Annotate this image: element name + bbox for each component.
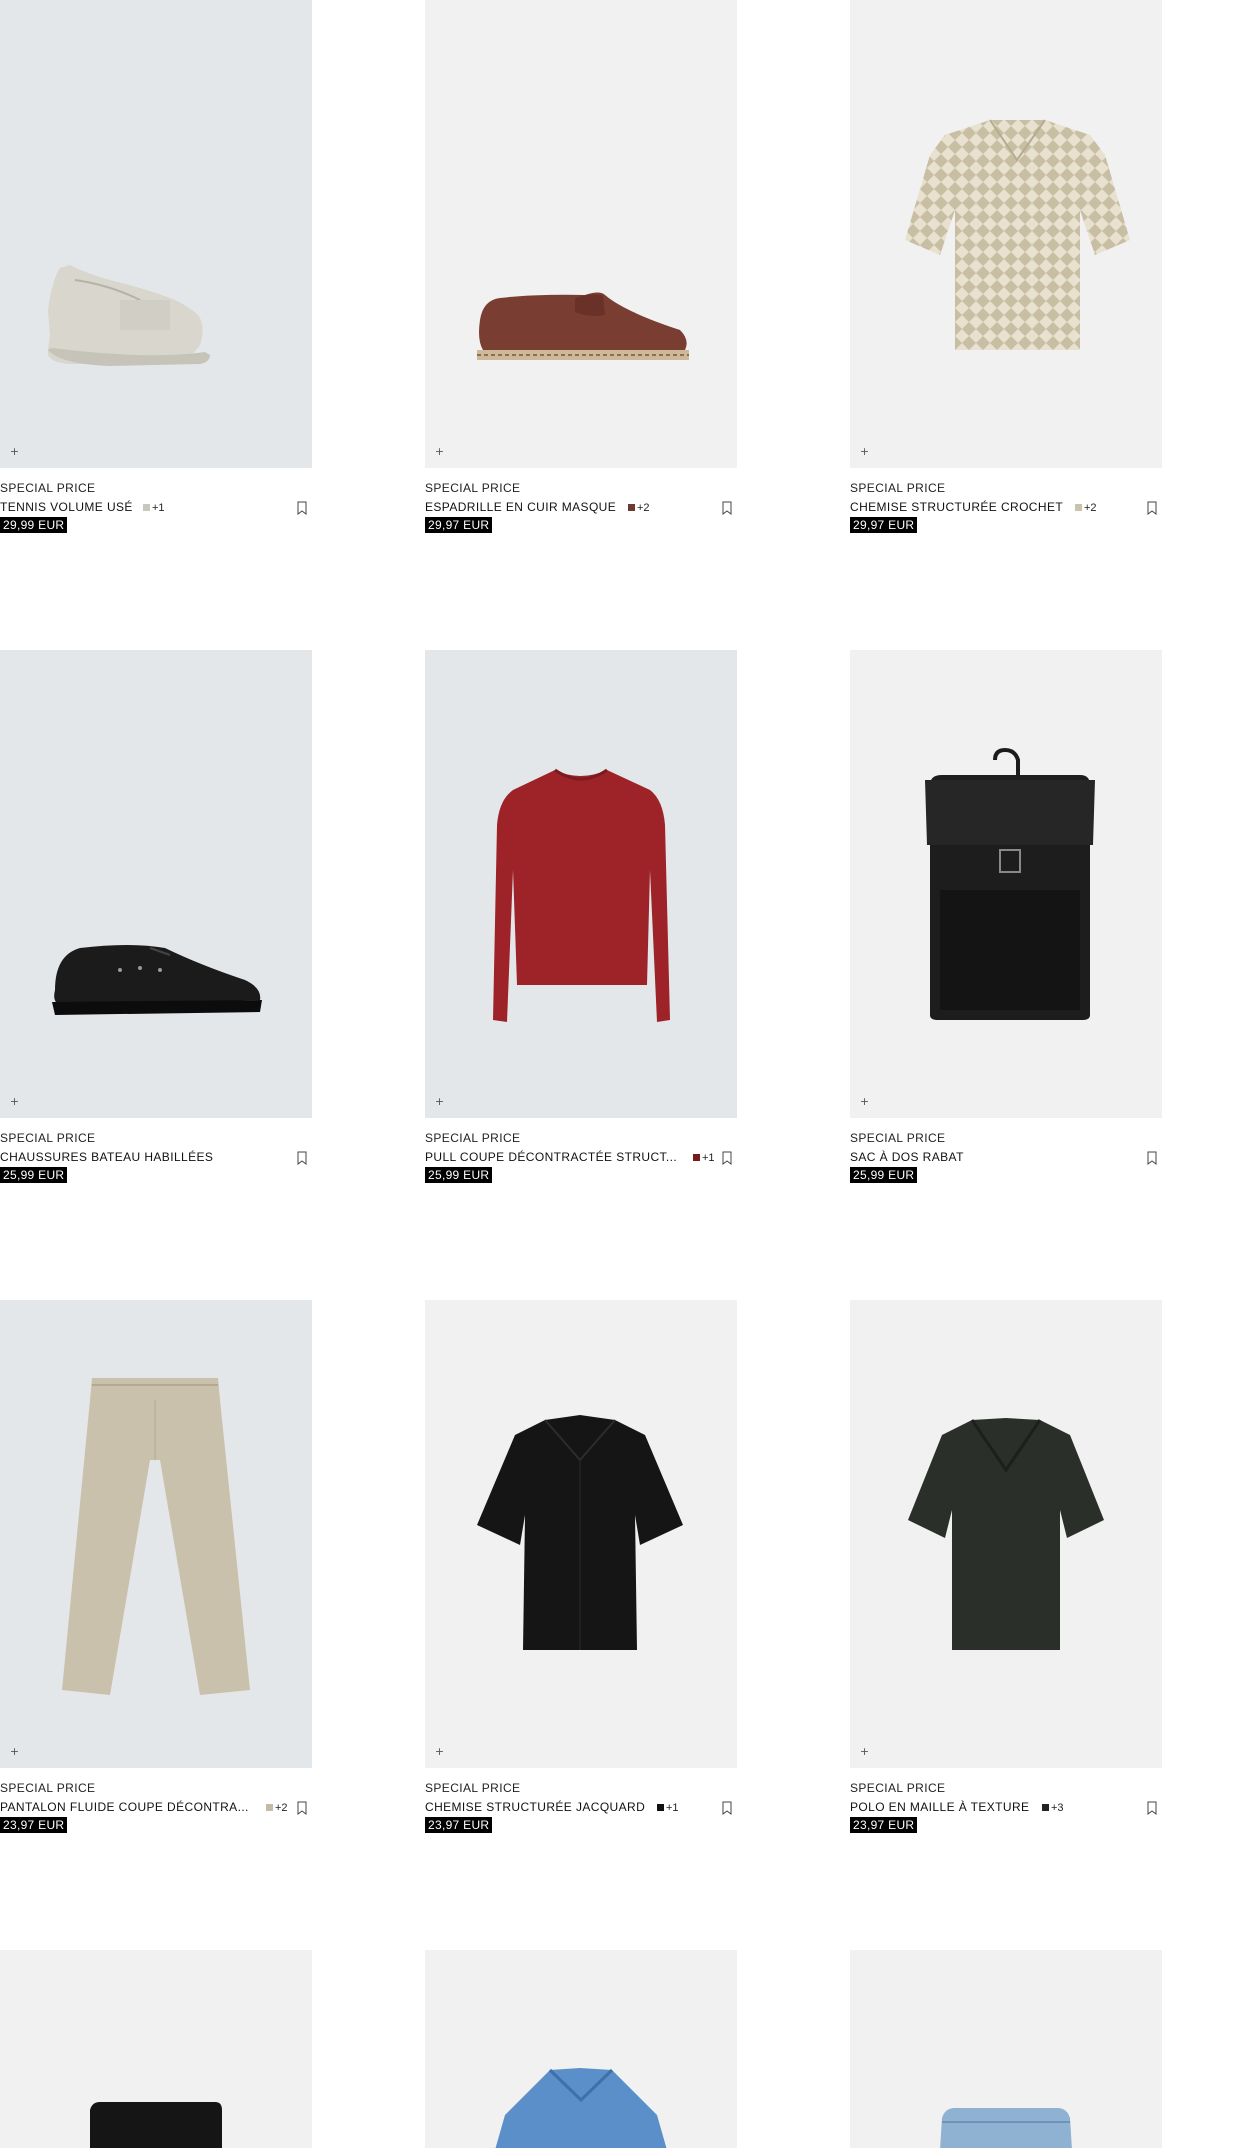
product-name-row: CHAUSSURES BATEAU HABILLÉES [0, 1150, 312, 1166]
price-tag: 23,97 EUR [425, 1817, 493, 1833]
special-price-badge: SPECIAL PRICE [850, 1781, 946, 1795]
color-swatch[interactable] [1042, 1803, 1049, 1811]
bookmark-icon[interactable] [721, 501, 733, 515]
trousers-icon [62, 1378, 250, 1695]
add-icon[interactable]: + [434, 1096, 445, 1107]
product-name-row: CHEMISE STRUCTURÉE CROCHET +2 [850, 500, 1162, 516]
product-name[interactable]: PANTALON FLUIDE COUPE DÉCONTRA... [0, 1800, 249, 1814]
color-swatches[interactable]: +1 [657, 1800, 679, 1816]
price-tag: 25,99 EUR [0, 1167, 68, 1183]
bookmark-icon[interactable] [721, 1151, 733, 1165]
product-name[interactable]: CHAUSSURES BATEAU HABILLÉES [0, 1150, 213, 1164]
color-swatch[interactable] [143, 503, 150, 511]
product-image[interactable] [0, 1950, 312, 2148]
backpack-icon [925, 747, 1095, 1020]
more-colors: +3 [1051, 1802, 1064, 1814]
price-tag: 23,97 EUR [850, 1817, 918, 1833]
price-tag: 23,97 EUR [0, 1817, 68, 1833]
espadrille-icon [477, 292, 689, 360]
product-name[interactable]: CHEMISE STRUCTURÉE CROCHET [850, 500, 1063, 514]
add-icon[interactable]: + [434, 446, 445, 457]
special-price-badge: SPECIAL PRICE [850, 1131, 946, 1145]
price-tag: 29,97 EUR [850, 517, 918, 533]
special-price-badge: SPECIAL PRICE [850, 481, 946, 495]
product-name[interactable]: TENNIS VOLUME USÉ [0, 500, 133, 514]
bookmark-icon[interactable] [721, 1801, 733, 1815]
product-name[interactable]: PULL COUPE DÉCONTRACTÉE STRUCT... [425, 1150, 677, 1164]
color-swatches[interactable]: +2 [266, 1800, 288, 1816]
product-image[interactable] [850, 1950, 1162, 2148]
add-icon[interactable]: + [859, 446, 870, 457]
product-name[interactable]: SAC À DOS RABAT [850, 1150, 964, 1164]
product-name[interactable]: ESPADRILLE EN CUIR MASQUE [425, 500, 616, 514]
product-image[interactable]: + [850, 0, 1162, 468]
product-name[interactable]: CHEMISE STRUCTURÉE JACQUARD [425, 1800, 645, 1814]
special-price-badge: SPECIAL PRICE [425, 1131, 521, 1145]
color-swatches[interactable]: +3 [1042, 1800, 1064, 1816]
bookmark-icon[interactable] [1146, 501, 1158, 515]
product-image[interactable]: + [425, 1300, 737, 1768]
sneaker-icon [47, 265, 210, 366]
special-price-badge: SPECIAL PRICE [0, 1131, 96, 1145]
product-image[interactable]: + [850, 1300, 1162, 1768]
add-icon[interactable]: + [9, 446, 20, 457]
more-colors: +2 [1084, 502, 1097, 514]
bookmark-icon[interactable] [296, 1151, 308, 1165]
polo-icon [908, 1418, 1104, 1650]
product-name[interactable]: POLO EN MAILLE À TEXTURE [850, 1800, 1029, 1814]
color-swatch[interactable] [657, 1803, 664, 1811]
color-swatch[interactable] [628, 503, 635, 511]
product-image[interactable]: + [0, 650, 312, 1118]
product-name-row: ESPADRILLE EN CUIR MASQUE +2 [425, 500, 737, 516]
add-icon[interactable]: + [9, 1096, 20, 1107]
more-colors: +2 [637, 502, 650, 514]
polo-icon [495, 2068, 667, 2148]
product-image[interactable]: + [425, 650, 737, 1118]
product-name-row: TENNIS VOLUME USÉ +1 [0, 500, 312, 516]
color-swatches[interactable]: +1 [143, 500, 165, 516]
price-tag: 25,99 EUR [425, 1167, 493, 1183]
boat-shoe-icon [52, 945, 262, 1015]
product-image[interactable]: + [850, 650, 1162, 1118]
special-price-badge: SPECIAL PRICE [425, 481, 521, 495]
shirt-icon [477, 1415, 683, 1650]
color-swatches[interactable]: +2 [1075, 500, 1097, 516]
special-price-badge: SPECIAL PRICE [0, 1781, 96, 1795]
more-colors: +2 [275, 1802, 288, 1814]
shorts-icon [90, 2102, 222, 2148]
product-name-row: SAC À DOS RABAT [850, 1150, 1162, 1166]
more-colors: +1 [666, 1802, 679, 1814]
shirt-icon [905, 119, 1130, 350]
product-name-row: PULL COUPE DÉCONTRACTÉE STRUCT... +1 [425, 1150, 737, 1166]
color-swatches[interactable]: +2 [628, 500, 650, 516]
add-icon[interactable]: + [859, 1096, 870, 1107]
special-price-badge: SPECIAL PRICE [425, 1781, 521, 1795]
color-swatch[interactable] [1075, 503, 1082, 511]
price-tag: 29,99 EUR [0, 517, 68, 533]
price-tag: 25,99 EUR [850, 1167, 918, 1183]
product-image[interactable]: + [0, 1300, 312, 1768]
product-name-row: POLO EN MAILLE À TEXTURE +3 [850, 1800, 1162, 1816]
color-swatches[interactable]: +1 [693, 1150, 715, 1166]
add-icon[interactable]: + [859, 1746, 870, 1757]
product-image[interactable]: + [425, 0, 737, 468]
color-swatch[interactable] [266, 1803, 273, 1811]
more-colors: +1 [152, 502, 165, 514]
more-colors: +1 [702, 1152, 715, 1164]
bookmark-icon[interactable] [296, 1801, 308, 1815]
special-price-badge: SPECIAL PRICE [0, 481, 96, 495]
bookmark-icon[interactable] [1146, 1151, 1158, 1165]
product-name-row: CHEMISE STRUCTURÉE JACQUARD +1 [425, 1800, 737, 1816]
jeans-icon [940, 2108, 1072, 2148]
add-icon[interactable]: + [9, 1746, 20, 1757]
bookmark-icon[interactable] [1146, 1801, 1158, 1815]
price-tag: 29,97 EUR [425, 517, 493, 533]
bookmark-icon[interactable] [296, 501, 308, 515]
color-swatch[interactable] [693, 1153, 700, 1161]
product-image[interactable]: + [0, 0, 312, 468]
sweater-icon [493, 768, 670, 1022]
product-name-row: PANTALON FLUIDE COUPE DÉCONTRA... +2 [0, 1800, 312, 1816]
product-image[interactable] [425, 1950, 737, 2148]
add-icon[interactable]: + [434, 1746, 445, 1757]
